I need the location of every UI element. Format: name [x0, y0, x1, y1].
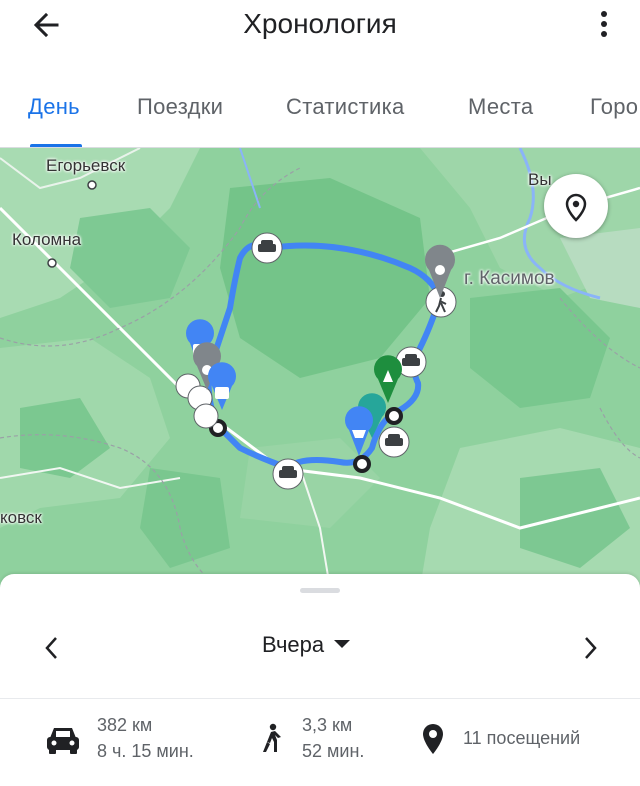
drag-handle[interactable]: [300, 588, 340, 593]
visits-stat: 11 посещений: [463, 725, 580, 751]
map-label-egorievsk: Егорьевск: [46, 156, 126, 175]
tab-day[interactable]: День: [28, 94, 80, 120]
sheet-divider: [0, 698, 640, 699]
car-icon: [44, 724, 82, 761]
car-distance: 382 км: [97, 715, 153, 735]
tab-cities[interactable]: Горо: [590, 94, 638, 120]
walk-icon: [258, 722, 284, 761]
chevron-right-icon[interactable]: [578, 634, 602, 662]
date-label: Вчера: [262, 632, 325, 657]
page-title: Хронология: [243, 8, 397, 39]
locate-button[interactable]: [544, 174, 608, 238]
tab-bar: День Поездки Статистика Места Горо: [0, 78, 640, 148]
bottom-sheet: Вчера 382 км 8 ч. 15 мин. 3,3 км 52 мин.…: [0, 574, 640, 786]
more-vert-icon[interactable]: [592, 8, 616, 40]
location-pin-icon: [565, 193, 587, 222]
tab-statistics[interactable]: Статистика: [286, 94, 405, 120]
map-label-kasimov: г. Касимов: [464, 268, 555, 289]
car-stat: 382 км 8 ч. 15 мин.: [97, 712, 194, 764]
car-duration: 8 ч. 15 мин.: [97, 741, 194, 761]
dropdown-caret-icon: [334, 640, 351, 649]
tab-places[interactable]: Места: [468, 94, 533, 120]
map-label-kolomna: Коломна: [12, 230, 82, 249]
visits-label: 11 посещений: [463, 728, 581, 748]
tab-trips[interactable]: Поездки: [137, 94, 223, 120]
place-icon: [420, 722, 446, 761]
app-bar: Хронология: [0, 0, 640, 50]
walk-distance: 3,3 км: [302, 715, 353, 735]
map-label-kovsk: ковск: [0, 508, 42, 527]
walk-duration: 52 мин.: [302, 741, 365, 761]
chevron-left-icon[interactable]: [40, 634, 64, 662]
walk-stat: 3,3 км 52 мин.: [302, 712, 364, 764]
date-dropdown[interactable]: Вчера: [262, 632, 351, 664]
